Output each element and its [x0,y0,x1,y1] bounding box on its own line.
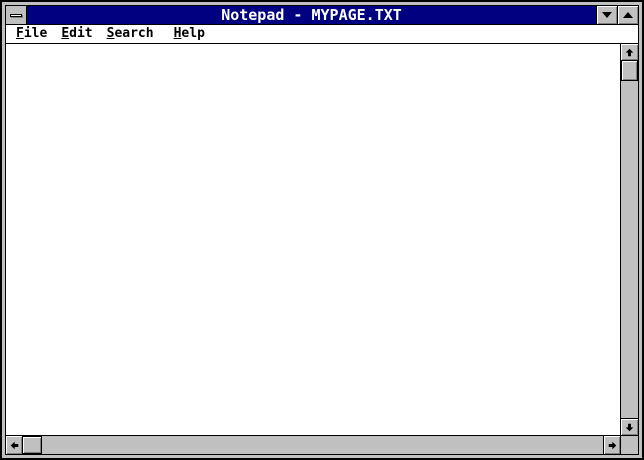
vertical-scrollbar [620,44,638,435]
system-menu-button[interactable] [6,6,27,24]
menu-item-edit-hotkey: E [61,26,70,41]
scroll-right-icon [608,441,616,449]
scroll-right-button[interactable] [603,436,620,454]
menu-item-file-hotkey: F [16,26,24,41]
scroll-down-button[interactable] [621,418,638,435]
window-inner-frame: Notepad - MYPAGE.TXT File Edit Search He… [5,5,639,455]
menu-item-search-label: earch [114,26,154,41]
menu-item-edit[interactable]: Edit [54,25,99,43]
menu-item-edit-label: dit [69,26,93,41]
title-area: Notepad - MYPAGE.TXT [27,6,596,24]
menu-item-file[interactable]: File [9,25,54,43]
maximize-button[interactable] [617,6,638,24]
vertical-scrollbar-track[interactable] [621,81,638,418]
menu-item-help-label: elp [181,26,205,41]
title-bar: Notepad - MYPAGE.TXT [6,6,638,25]
text-editor[interactable] [6,44,620,435]
scroll-left-button[interactable] [6,436,23,454]
maximize-icon [623,12,633,18]
menu-item-help[interactable]: Help [167,25,212,43]
bottom-row [6,435,638,454]
horizontal-scrollbar [6,436,620,454]
vertical-scrollbar-thumb[interactable] [621,61,638,81]
horizontal-scrollbar-track[interactable] [42,436,603,454]
menu-item-search[interactable]: Search [100,25,161,43]
notepad-window: Notepad - MYPAGE.TXT File Edit Search He… [0,0,644,460]
menu-item-file-label: ile [23,26,48,41]
client-area [6,44,638,435]
scrollbar-corner [620,436,638,454]
scroll-left-icon [10,441,18,449]
menu-bar: File Edit Search Help [6,25,638,44]
scroll-up-button[interactable] [621,44,638,61]
horizontal-scrollbar-thumb[interactable] [23,436,42,454]
minimize-icon [602,12,612,18]
system-menu-icon [10,13,22,17]
scroll-up-icon [625,48,634,56]
scroll-down-icon [625,423,634,431]
minimize-button[interactable] [596,6,617,24]
window-title: Notepad - MYPAGE.TXT [221,6,402,24]
